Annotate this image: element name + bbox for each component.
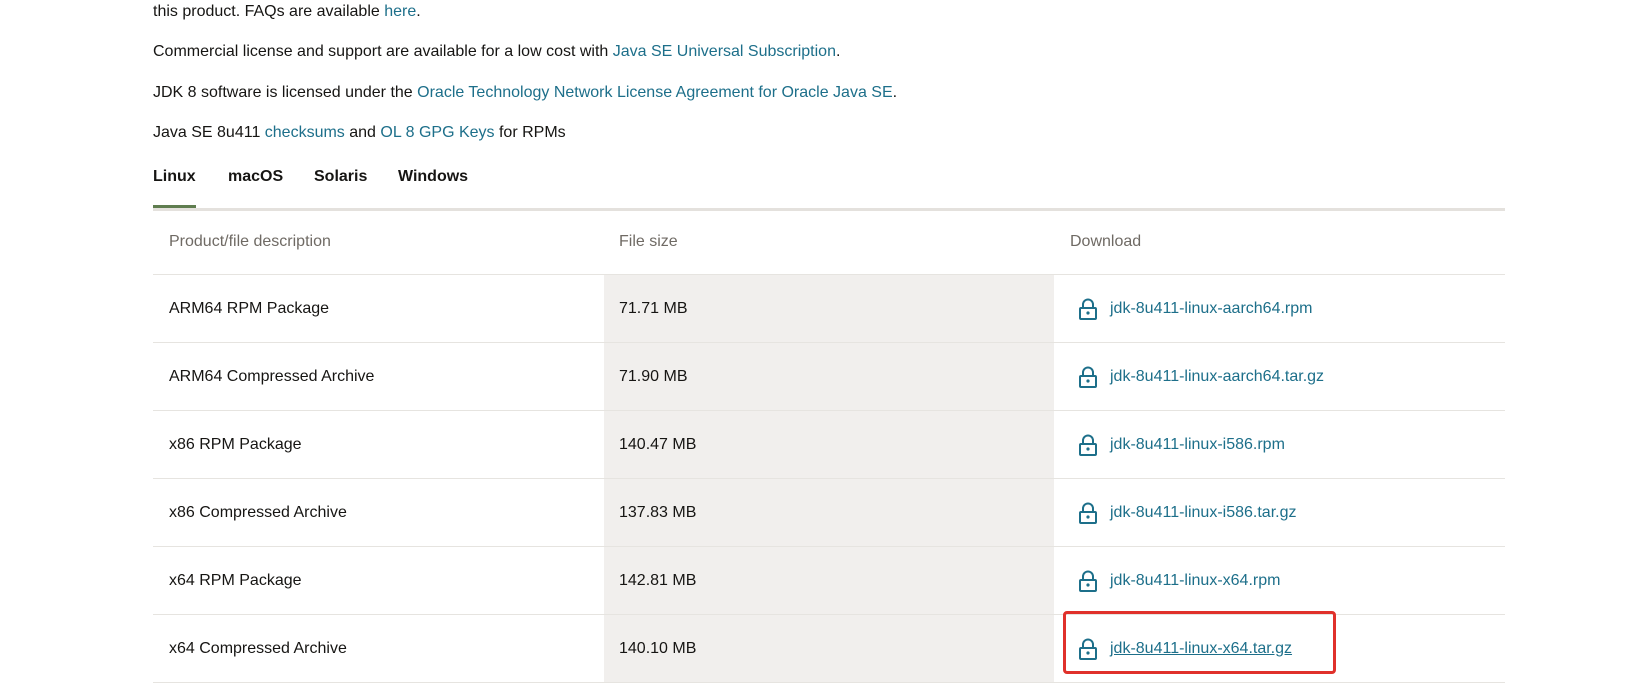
os-tabs: Linux macOS Solaris Windows <box>153 166 1505 211</box>
download-link-x64-tar-gz[interactable]: jdk-8u411-linux-x64.tar.gz <box>1110 640 1292 658</box>
tab-macos[interactable]: macOS <box>228 166 283 205</box>
row-file-size: 137.83 MB <box>604 479 1054 546</box>
gpg-keys-link[interactable]: OL 8 GPG Keys <box>380 124 494 141</box>
row-description: x64 Compressed Archive <box>169 639 347 657</box>
row-download: jdk-8u411-linux-i586.rpm <box>1054 411 1505 478</box>
downloads-table: Product/file description File size Downl… <box>153 209 1505 683</box>
table-row: ARM64 RPM Package 71.71 MB jdk-8u411-lin… <box>153 275 1505 343</box>
row-download: jdk-8u411-linux-aarch64.rpm <box>1054 275 1505 342</box>
otn-license-link[interactable]: Oracle Technology Network License Agreem… <box>417 84 893 101</box>
faq-paragraph: this product. FAQs are available here. <box>153 3 421 20</box>
download-link[interactable]: jdk-8u411-linux-aarch64.rpm <box>1110 300 1312 318</box>
row-description: ARM64 RPM Package <box>169 299 330 317</box>
header-description: Product/file description <box>169 232 331 250</box>
row-description: x64 RPM Package <box>169 571 302 589</box>
table-row: x64 Compressed Archive 140.10 MB jdk-8u4… <box>153 615 1505 683</box>
lock-icon <box>1079 366 1097 388</box>
tab-windows[interactable]: Windows <box>398 166 468 205</box>
lock-icon <box>1079 434 1097 456</box>
table-row: ARM64 Compressed Archive 71.90 MB jdk-8u… <box>153 343 1505 411</box>
table-row: x64 RPM Package 142.81 MB jdk-8u411-linu… <box>153 547 1505 615</box>
table-header-row: Product/file description File size Downl… <box>153 209 1505 275</box>
row-download: jdk-8u411-linux-x64.rpm <box>1054 547 1505 614</box>
row-file-size: 71.71 MB <box>604 275 1054 342</box>
tab-linux[interactable]: Linux <box>153 166 196 208</box>
header-file-size: File size <box>619 232 678 250</box>
license-paragraph: JDK 8 software is licensed under the Ora… <box>153 84 898 101</box>
commercial-license-paragraph: Commercial license and support are avail… <box>153 43 841 60</box>
row-file-size: 71.90 MB <box>604 343 1054 410</box>
checksums-paragraph: Java SE 8u411 checksums and OL 8 GPG Key… <box>153 124 566 141</box>
row-description: x86 RPM Package <box>169 435 302 453</box>
tab-solaris[interactable]: Solaris <box>314 166 367 205</box>
row-description: x86 Compressed Archive <box>169 503 347 521</box>
header-download: Download <box>1070 232 1142 250</box>
lock-icon <box>1079 570 1097 592</box>
row-download: jdk-8u411-linux-aarch64.tar.gz <box>1054 343 1505 410</box>
lock-icon <box>1079 298 1097 320</box>
table-row: x86 Compressed Archive 137.83 MB jdk-8u4… <box>153 479 1505 547</box>
table-row: x86 RPM Package 140.47 MB jdk-8u411-linu… <box>153 411 1505 479</box>
row-file-size: 140.47 MB <box>604 411 1054 478</box>
download-link[interactable]: jdk-8u411-linux-aarch64.tar.gz <box>1110 368 1324 386</box>
download-link[interactable]: jdk-8u411-linux-i586.tar.gz <box>1110 504 1296 522</box>
download-link[interactable]: jdk-8u411-linux-i586.rpm <box>1110 436 1285 454</box>
row-file-size: 140.10 MB <box>604 615 1054 682</box>
lock-icon <box>1079 638 1097 660</box>
faq-here-link[interactable]: here <box>384 3 416 20</box>
universal-subscription-link[interactable]: Java SE Universal Subscription <box>613 43 836 60</box>
download-link[interactable]: jdk-8u411-linux-x64.rpm <box>1110 572 1280 590</box>
row-description: ARM64 Compressed Archive <box>169 367 375 385</box>
row-download: jdk-8u411-linux-i586.tar.gz <box>1054 479 1505 546</box>
lock-icon <box>1079 502 1097 524</box>
checksums-link[interactable]: checksums <box>265 124 345 141</box>
row-download: jdk-8u411-linux-x64.tar.gz <box>1054 615 1505 682</box>
row-file-size: 142.81 MB <box>604 547 1054 614</box>
